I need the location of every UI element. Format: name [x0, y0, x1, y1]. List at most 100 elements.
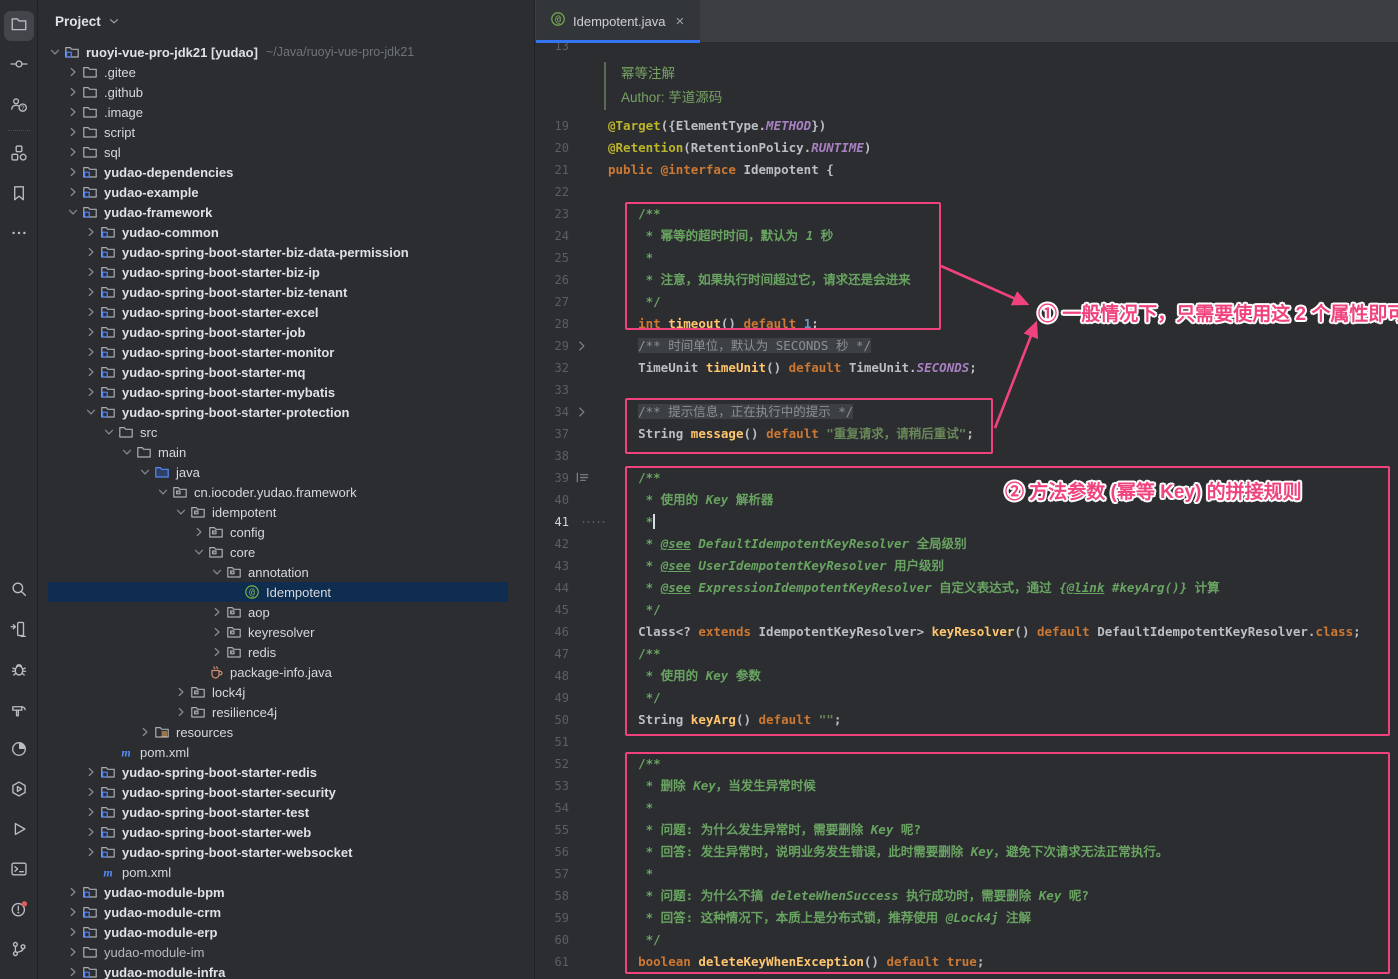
tree-item-keyresolver[interactable]: keyresolver	[38, 622, 534, 642]
tree-item-idempotent[interactable]: idempotent	[38, 502, 534, 522]
tree-item-sql[interactable]: sql	[38, 142, 534, 162]
chevron-right-icon[interactable]	[64, 104, 82, 120]
problems-tool-button[interactable]	[4, 896, 34, 926]
code-line-22[interactable]: 22	[535, 181, 1398, 203]
chevron-down-icon[interactable]	[190, 544, 208, 560]
tree-item-resilience4j[interactable]: resilience4j	[38, 702, 534, 722]
tree-item-yudao-spring-boot-starter-web[interactable]: yudao-spring-boot-starter-web	[38, 822, 534, 842]
tree-item-gitee[interactable]: .gitee	[38, 62, 534, 82]
search-tool-button[interactable]	[4, 576, 34, 606]
version-control-tool-button[interactable]	[4, 936, 34, 966]
chevron-right-icon[interactable]	[82, 824, 100, 840]
tree-item-yudao-spring-boot-starter-biz-ip[interactable]: yudao-spring-boot-starter-biz-ip	[38, 262, 534, 282]
close-icon[interactable]: ×	[676, 14, 685, 29]
chevron-right-icon[interactable]	[82, 264, 100, 280]
more-tool-windows-tool-button[interactable]	[4, 220, 34, 250]
chevron-right-icon[interactable]	[172, 684, 190, 700]
chevron-right-icon[interactable]	[64, 84, 82, 100]
move-to-tool-button[interactable]	[4, 616, 34, 646]
chevron-down-icon[interactable]	[154, 484, 172, 500]
chevron-down-icon[interactable]	[136, 464, 154, 480]
chevron-right-icon[interactable]	[136, 724, 154, 740]
chevron-right-icon[interactable]	[190, 524, 208, 540]
chevron-right-icon[interactable]	[64, 944, 82, 960]
tree-item-redis[interactable]: redis	[38, 642, 534, 662]
chevron-right-icon[interactable]	[64, 144, 82, 160]
tree-item-yudao-module-infra[interactable]: yudao-module-infra	[38, 962, 534, 979]
chevron-right-icon[interactable]	[82, 344, 100, 360]
bookmarks-tool-button[interactable]	[4, 180, 34, 210]
tree-item-yudao-module-erp[interactable]: yudao-module-erp	[38, 922, 534, 942]
chevron-right-icon[interactable]	[64, 64, 82, 80]
tree-item-pom-xml[interactable]: mpom.xml	[38, 742, 534, 762]
code-line-20[interactable]: 20@Retention(RetentionPolicy.RUNTIME)	[535, 137, 1398, 159]
chevron-right-icon[interactable]	[82, 364, 100, 380]
chevron-right-icon[interactable]	[208, 644, 226, 660]
chevron-right-icon[interactable]	[82, 844, 100, 860]
tree-item-resources[interactable]: resources	[38, 722, 534, 742]
chevron-right-icon[interactable]	[208, 624, 226, 640]
tree-item-yudao-example[interactable]: yudao-example	[38, 182, 534, 202]
tree-item-yudao-module-crm[interactable]: yudao-module-crm	[38, 902, 534, 922]
chevron-right-icon[interactable]	[82, 304, 100, 320]
tree-item-package-info-java[interactable]: package-info.java	[38, 662, 534, 682]
tree-item-image[interactable]: .image	[38, 102, 534, 122]
tree-item-config[interactable]: config	[38, 522, 534, 542]
tree-item-idempotent[interactable]: @Idempotent	[38, 582, 534, 602]
tree-item-pom-xml[interactable]: mpom.xml	[38, 862, 534, 882]
chevron-down-icon[interactable]	[208, 564, 226, 580]
tree-item-yudao-spring-boot-starter-protection[interactable]: yudao-spring-boot-starter-protection	[38, 402, 534, 422]
tree-item-yudao-spring-boot-starter-security[interactable]: yudao-spring-boot-starter-security	[38, 782, 534, 802]
fold-region-icon[interactable]	[575, 404, 591, 420]
toggle-rendered-doc-icon[interactable]	[575, 470, 591, 486]
tree-item-yudao-spring-boot-starter-biz-data-permission[interactable]: yudao-spring-boot-starter-biz-data-permi…	[38, 242, 534, 262]
chevron-down-icon[interactable]	[118, 444, 136, 460]
build-tool-button[interactable]	[4, 696, 34, 726]
services-tool-button[interactable]	[4, 776, 34, 806]
chevron-right-icon[interactable]	[82, 804, 100, 820]
tree-item-cn-iocoder-yudao-framework[interactable]: cn.iocoder.yudao.framework	[38, 482, 534, 502]
chevron-right-icon[interactable]	[82, 224, 100, 240]
tree-item-yudao-spring-boot-starter-excel[interactable]: yudao-spring-boot-starter-excel	[38, 302, 534, 322]
tab-idempotent-java[interactable]: @ Idempotent.java ×	[536, 0, 700, 43]
tree-item-yudao-spring-boot-starter-job[interactable]: yudao-spring-boot-starter-job	[38, 322, 534, 342]
commit-tool-button[interactable]	[4, 51, 34, 81]
tree-item-yudao-spring-boot-starter-mq[interactable]: yudao-spring-boot-starter-mq	[38, 362, 534, 382]
tree-item-lock4j[interactable]: lock4j	[38, 682, 534, 702]
chevron-right-icon[interactable]	[64, 964, 82, 979]
code-line-21[interactable]: 21public @interface Idempotent {	[535, 159, 1398, 181]
code-line-32[interactable]: 32 TimeUnit timeUnit() default TimeUnit.…	[535, 357, 1398, 379]
chevron-right-icon[interactable]	[64, 924, 82, 940]
fold-region-icon[interactable]	[575, 338, 591, 354]
chevron-right-icon[interactable]	[64, 904, 82, 920]
chevron-right-icon[interactable]	[82, 284, 100, 300]
tree-item-annotation[interactable]: annotation	[38, 562, 534, 582]
chevron-right-icon[interactable]	[82, 764, 100, 780]
tree-item-yudao-spring-boot-starter-redis[interactable]: yudao-spring-boot-starter-redis	[38, 762, 534, 782]
chevron-right-icon[interactable]	[82, 384, 100, 400]
tree-item-github[interactable]: .github	[38, 82, 534, 102]
chevron-right-icon[interactable]	[64, 184, 82, 200]
chevron-right-icon[interactable]	[82, 324, 100, 340]
project-folder-tool-button[interactable]	[4, 11, 34, 41]
chevron-down-icon[interactable]	[82, 404, 100, 420]
chevron-right-icon[interactable]	[64, 884, 82, 900]
structure-tool-button[interactable]	[4, 140, 34, 170]
chevron-down-icon[interactable]	[46, 44, 64, 60]
chevron-down-icon[interactable]	[172, 504, 190, 520]
tree-item-java[interactable]: java	[38, 462, 534, 482]
tree-item-yudao-common[interactable]: yudao-common	[38, 222, 534, 242]
tree-item-yudao-spring-boot-starter-mybatis[interactable]: yudao-spring-boot-starter-mybatis	[38, 382, 534, 402]
tree-item-script[interactable]: script	[38, 122, 534, 142]
tree-item-ruoyi-vue-pro-jdk21-yudao[interactable]: ruoyi-vue-pro-jdk21 [yudao]~/Java/ruoyi-…	[38, 42, 534, 62]
chevron-down-icon[interactable]	[100, 424, 118, 440]
chevron-down-icon[interactable]	[64, 204, 82, 220]
chevron-down-icon[interactable]	[107, 14, 121, 28]
code-line-19[interactable]: 19@Target({ElementType.METHOD})	[535, 115, 1398, 137]
tree-item-yudao-dependencies[interactable]: yudao-dependencies	[38, 162, 534, 182]
tree-item-core[interactable]: core	[38, 542, 534, 562]
tree-item-yudao-spring-boot-starter-test[interactable]: yudao-spring-boot-starter-test	[38, 802, 534, 822]
code-area[interactable]: 13幂等注解Author: 芋道源码19@Target({ElementType…	[535, 43, 1398, 979]
tree-item-yudao-module-im[interactable]: yudao-module-im	[38, 942, 534, 962]
chevron-right-icon[interactable]	[82, 784, 100, 800]
